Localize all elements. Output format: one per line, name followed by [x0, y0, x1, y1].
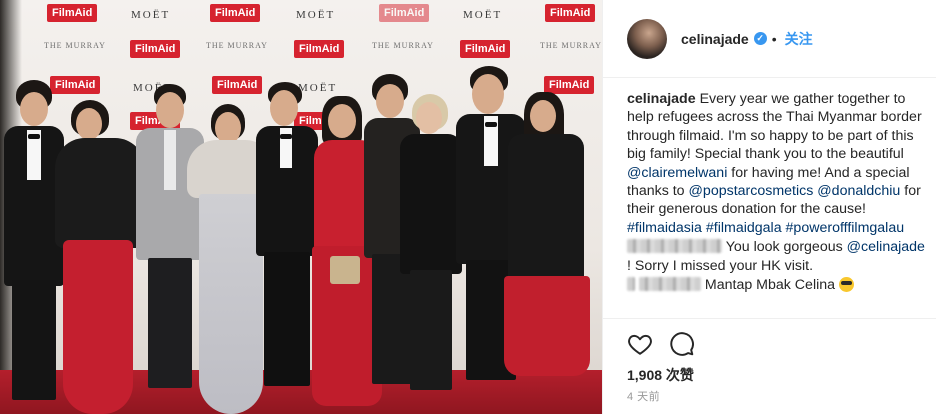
caption-username[interactable]: celinajade [627, 91, 696, 107]
filmaid-logo: FilmAid [130, 40, 181, 58]
comment-item: You look gorgeous @celinajade ! Sorry I … [627, 238, 925, 275]
comment-text: Mantap Mbak Celina [704, 277, 839, 294]
blurred-username[interactable] [638, 277, 701, 292]
instagram-post: FilmAid MOËT FilmAid MOËT FilmAid MOËT F… [0, 0, 936, 414]
hashtag-link[interactable]: #filmaidgala [706, 220, 782, 236]
post-actions: 1,908 次赞 4 天前 [603, 318, 936, 414]
comment-icon[interactable] [669, 331, 695, 357]
murray-logo: THE MURRAY [206, 41, 268, 50]
murray-logo: THE MURRAY [540, 41, 602, 50]
murray-logo: THE MURRAY [44, 41, 106, 50]
comment-item: Mantap Mbak Celina [627, 276, 925, 294]
filmaid-logo: FilmAid [545, 4, 596, 22]
murray-logo: THE MURRAY [372, 41, 434, 50]
mention-link[interactable]: @donaldchiu [817, 183, 900, 199]
post-sidebar: celinajade ✓ • 关注 celinajade Every year … [602, 0, 936, 414]
avatar[interactable] [627, 18, 667, 59]
post-timestamp[interactable]: 4 天前 [627, 388, 660, 404]
moet-logo: MOËT [296, 9, 336, 21]
follow-button[interactable]: 关注 [785, 29, 813, 49]
mention-link[interactable]: @clairemelwani [627, 165, 727, 181]
filmaid-logo: FilmAid [50, 76, 101, 94]
mention-link[interactable]: @popstarcosmetics [689, 183, 814, 199]
verified-badge-icon: ✓ [753, 32, 767, 45]
filmaid-logo: FilmAid [210, 4, 261, 22]
moet-logo: MOËT [131, 9, 171, 21]
moet-logo: MOËT [298, 82, 338, 94]
action-icons [627, 331, 695, 357]
moet-logo: MOËT [463, 9, 503, 21]
hashtag-link[interactable]: #powerofffilmgalau [786, 220, 905, 236]
post-caption: celinajade Every year we gather together… [627, 90, 925, 237]
comments-section: celinajade Every year we gather together… [627, 90, 925, 294]
comment-text: You look gorgeous [725, 239, 847, 256]
comment-text: ! Sorry I missed your HK visit. [627, 257, 814, 274]
mention-link[interactable]: @celinajade [847, 239, 925, 255]
heart-icon[interactable] [627, 331, 653, 357]
filmaid-logo: FilmAid [379, 4, 430, 22]
blurred-username[interactable] [627, 277, 635, 292]
filmaid-logo: FilmAid [294, 40, 345, 58]
blurred-username[interactable] [627, 239, 722, 254]
filmaid-logo: FilmAid [460, 40, 511, 58]
filmaid-logo: FilmAid [212, 76, 263, 94]
header-username[interactable]: celinajade [681, 31, 749, 47]
filmaid-logo: FilmAid [47, 4, 98, 22]
hashtag-link[interactable]: #filmaidasia [627, 220, 702, 236]
filmaid-logo: FilmAid [544, 76, 595, 94]
post-photo[interactable]: FilmAid MOËT FilmAid MOËT FilmAid MOËT F… [0, 0, 602, 414]
header-separator: • [771, 30, 777, 47]
post-header: celinajade ✓ • 关注 [603, 0, 936, 78]
likes-count[interactable]: 1,908 次赞 [627, 365, 694, 385]
sunglasses-emoji-icon [838, 277, 854, 293]
